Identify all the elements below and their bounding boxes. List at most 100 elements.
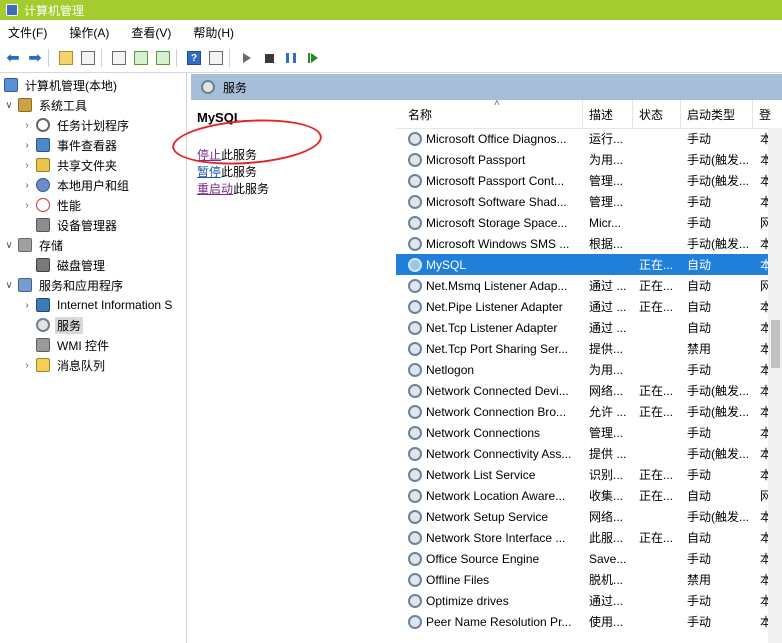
restart-service-suffix: 此服务 bbox=[233, 182, 270, 196]
gear-icon bbox=[36, 318, 50, 332]
table-row[interactable]: Net.Tcp Listener Adapter 通过 ... 自动本 bbox=[396, 317, 770, 338]
service-description-cell-text: 根据... bbox=[589, 237, 624, 251]
table-row[interactable]: Microsoft Passport Cont... 管理... 手动(触发... 本 bbox=[396, 170, 770, 191]
service-startup-type-cell: 禁用 bbox=[687, 338, 753, 359]
vertical-scrollbar[interactable] bbox=[768, 128, 782, 643]
chevron-right-icon[interactable]: › bbox=[22, 180, 32, 191]
scrollbar-thumb[interactable] bbox=[771, 320, 780, 368]
service-description-cell: 收集... bbox=[589, 485, 629, 506]
tree-item-services[interactable]: 服务 bbox=[22, 315, 84, 335]
table-row[interactable]: Network Location Aware... 收集... 正在... 自动网 bbox=[396, 485, 770, 506]
tree-item-label: 系统工具 bbox=[39, 98, 88, 113]
chevron-down-icon[interactable]: ∨ bbox=[4, 280, 14, 291]
service-startup-type-cell: 手动 bbox=[687, 422, 753, 443]
tree-item-wmi[interactable]: WMI 控件 bbox=[22, 335, 111, 355]
menu-action[interactable]: 操作(A) bbox=[69, 24, 109, 41]
chevron-right-icon[interactable]: › bbox=[22, 200, 32, 211]
chevron-right-icon[interactable]: › bbox=[22, 120, 32, 131]
table-row[interactable]: Microsoft Office Diagnos... 运行... 手动本 bbox=[396, 128, 770, 149]
service-description-cell-text: 管理... bbox=[589, 426, 624, 440]
service-gear-icon bbox=[408, 551, 422, 566]
resume-service-icon[interactable] bbox=[304, 49, 322, 67]
tree-item-iis[interactable]: › Internet Information S bbox=[22, 295, 174, 315]
tree-item-message-queue[interactable]: › 消息队列 bbox=[22, 355, 107, 375]
tree-item-label: 本地用户和组 bbox=[57, 178, 130, 193]
start-service-icon[interactable] bbox=[238, 49, 256, 67]
tree-item-device-manager[interactable]: 设备管理器 bbox=[22, 215, 119, 235]
chevron-right-icon[interactable]: › bbox=[22, 160, 32, 171]
table-row[interactable]: MySQL 正在... 自动本 bbox=[396, 254, 770, 275]
column-header-status[interactable]: 状态 bbox=[633, 100, 681, 128]
service-status-cell: 正在... bbox=[639, 401, 679, 422]
chevron-down-icon[interactable]: ∨ bbox=[4, 100, 14, 111]
table-row[interactable]: Net.Tcp Port Sharing Ser... 提供... 禁用本 bbox=[396, 338, 770, 359]
service-status-cell-text: 正在... bbox=[639, 300, 674, 314]
chevron-right-icon[interactable]: › bbox=[22, 140, 32, 151]
table-row[interactable]: Microsoft Software Shad... 管理... 手动本 bbox=[396, 191, 770, 212]
table-row[interactable]: Microsoft Passport 为用... 手动(触发... 本 bbox=[396, 149, 770, 170]
table-row[interactable]: Network Store Interface ... 此服... 正在... 自动本 bbox=[396, 527, 770, 548]
menu-help[interactable]: 帮助(H) bbox=[193, 24, 234, 41]
chevron-down-icon[interactable]: ∨ bbox=[4, 240, 14, 251]
pause-service-link[interactable]: 暂停 bbox=[197, 165, 221, 179]
show-hide-tree-icon[interactable] bbox=[79, 49, 97, 67]
tree-item-services-apps[interactable]: ∨ 服务和应用程序 bbox=[4, 275, 125, 295]
menu-view[interactable]: 查看(V) bbox=[131, 24, 171, 41]
service-description-cell-text: 收集... bbox=[589, 489, 624, 503]
tree-item-task-scheduler[interactable]: › 任务计划程序 bbox=[22, 115, 131, 135]
tree-item-event-viewer[interactable]: › 事件查看器 bbox=[22, 135, 119, 155]
menu-file[interactable]: 文件(F) bbox=[8, 24, 47, 41]
pause-service-icon[interactable] bbox=[282, 49, 300, 67]
tree-item-local-users[interactable]: › 本地用户和组 bbox=[22, 175, 131, 195]
tree-item-shared-folders[interactable]: › 共享文件夹 bbox=[22, 155, 119, 175]
table-row[interactable]: Network List Service 识别... 正在... 手动本 bbox=[396, 464, 770, 485]
table-row[interactable]: Microsoft Storage Space... Micr... 手动网 bbox=[396, 212, 770, 233]
gear-icon bbox=[201, 80, 215, 94]
show-action-pane-icon[interactable] bbox=[207, 49, 225, 67]
export-list-icon[interactable] bbox=[154, 49, 172, 67]
service-startup-type-cell-text: 手动(触发... bbox=[687, 447, 749, 461]
up-folder-icon[interactable] bbox=[57, 49, 75, 67]
table-row[interactable]: Netlogon 为用... 手动本 bbox=[396, 359, 770, 380]
table-row[interactable]: Optimize drives 通过... 手动本 bbox=[396, 590, 770, 611]
chevron-right-icon[interactable]: › bbox=[22, 300, 32, 311]
table-row[interactable]: Office Source Engine Save... 手动本 bbox=[396, 548, 770, 569]
refresh-icon[interactable] bbox=[132, 49, 150, 67]
table-row[interactable]: Net.Msmq Listener Adap... 通过 ... 正在... 自动网 bbox=[396, 275, 770, 296]
forward-arrow-icon[interactable]: ➡ bbox=[26, 49, 44, 67]
table-row[interactable]: Network Setup Service 网络... 手动(触发... 本 bbox=[396, 506, 770, 527]
help-icon[interactable]: ? bbox=[185, 49, 203, 67]
service-gear-icon bbox=[408, 299, 422, 314]
stop-service-icon[interactable] bbox=[260, 49, 278, 67]
service-startup-type-cell: 自动 bbox=[687, 527, 753, 548]
table-row[interactable]: Network Connections 管理... 手动本 bbox=[396, 422, 770, 443]
properties-icon[interactable] bbox=[110, 49, 128, 67]
service-description-cell-text: 为用... bbox=[589, 363, 624, 377]
column-header-name[interactable]: 名称 ˄ bbox=[402, 100, 583, 128]
tree-item-performance[interactable]: › 性能 bbox=[22, 195, 83, 215]
back-arrow-icon[interactable]: ⬅ bbox=[4, 49, 22, 67]
column-header-description[interactable]: 描述 bbox=[583, 100, 633, 128]
table-row[interactable]: Peer Name Resolution Pr... 使用... 手动本 bbox=[396, 611, 770, 632]
table-row[interactable]: Net.Pipe Listener Adapter 通过 ... 正在... 自动本 bbox=[396, 296, 770, 317]
column-header-startup-type[interactable]: 启动类型 bbox=[681, 100, 753, 128]
table-row[interactable]: Offline Files 脱机... 禁用本 bbox=[396, 569, 770, 590]
table-row[interactable]: Network Connectivity Ass... 提供 ... 手动(触发..… bbox=[396, 443, 770, 464]
table-row[interactable]: Microsoft Windows SMS ... 根据... 手动(触发... 本 bbox=[396, 233, 770, 254]
column-header-logon[interactable]: 登 bbox=[753, 100, 782, 128]
tree-item-system-tools[interactable]: ∨ 系统工具 bbox=[4, 95, 89, 115]
clock-icon bbox=[36, 118, 50, 132]
table-row[interactable]: Network Connection Bro... 允许 ... 正在... 手动(触… bbox=[396, 401, 770, 422]
restart-service-link[interactable]: 重启动 bbox=[197, 182, 233, 196]
service-status-cell: 正在... bbox=[639, 380, 679, 401]
service-gear-icon bbox=[408, 425, 422, 440]
service-name-cell-text: Microsoft Passport bbox=[426, 152, 526, 167]
service-gear-icon bbox=[408, 278, 422, 293]
tree-item-storage[interactable]: ∨ 存储 bbox=[4, 235, 65, 255]
service-name-cell-text: Network Location Aware... bbox=[426, 488, 566, 503]
table-row[interactable]: Network Connected Devi... 网络... 正在... 手动(触发… bbox=[396, 380, 770, 401]
tree-item-disk-management[interactable]: 磁盘管理 bbox=[22, 255, 107, 275]
chevron-right-icon[interactable]: › bbox=[22, 360, 32, 371]
service-name-cell-text: Office Source Engine bbox=[426, 551, 540, 566]
tree-item-root[interactable]: 计算机管理(本地) bbox=[4, 75, 119, 95]
